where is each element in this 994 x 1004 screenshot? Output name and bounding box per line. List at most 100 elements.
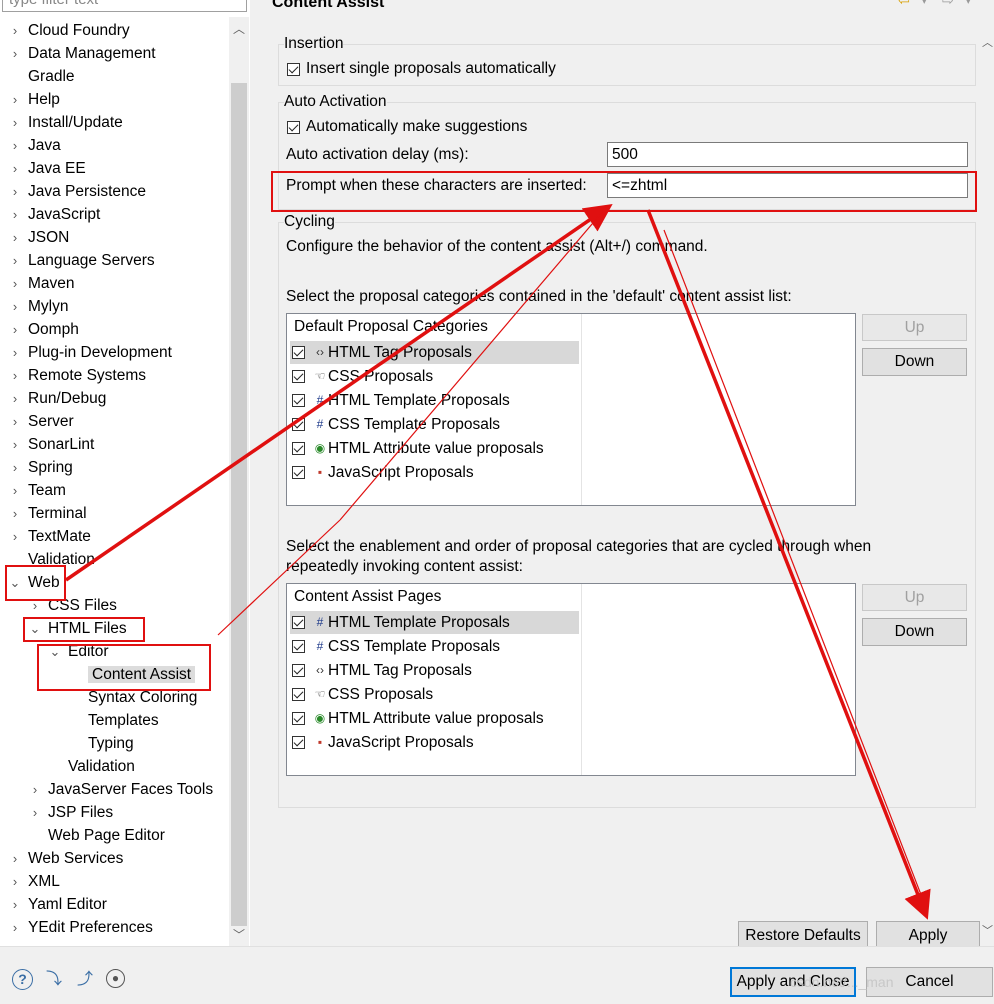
default-category-row[interactable]: ☜ CSS Proposals [290, 365, 579, 388]
enable-checkbox[interactable] [292, 394, 305, 407]
tree-item[interactable]: Gradle [8, 65, 75, 88]
tree-item[interactable]: › Spring [8, 456, 73, 479]
tree-scrollbar-thumb[interactable] [231, 83, 247, 926]
tree-item[interactable]: › Terminal [8, 502, 87, 525]
expand-chevron-icon[interactable]: › [28, 801, 42, 824]
expand-chevron-icon[interactable]: › [8, 847, 22, 870]
scroll-up-arrow-icon[interactable]: ︿ [229, 19, 249, 39]
tree-item[interactable]: › Mylyn [8, 295, 69, 318]
default-category-row[interactable]: # HTML Template Proposals [290, 389, 579, 412]
expand-chevron-icon[interactable]: › [8, 870, 22, 893]
enable-checkbox[interactable] [292, 442, 305, 455]
expand-chevron-icon[interactable]: › [8, 180, 22, 203]
tree-item[interactable]: › Server [8, 410, 74, 433]
tree-item[interactable]: › Plug-in Development [8, 341, 172, 364]
tree-item[interactable]: › Remote Systems [8, 364, 146, 387]
panel-splitter[interactable] [250, 0, 260, 946]
enable-checkbox[interactable] [292, 688, 305, 701]
expand-chevron-icon[interactable]: › [8, 111, 22, 134]
expand-chevron-icon[interactable]: › [8, 88, 22, 111]
delay-input[interactable]: 500 [607, 142, 968, 167]
expand-chevron-icon[interactable]: › [8, 364, 22, 387]
help-icon[interactable]: ? [12, 969, 33, 990]
default-category-row[interactable]: ▪ JavaScript Proposals [290, 461, 579, 484]
default-category-row[interactable]: ◉ HTML Attribute value proposals [290, 437, 579, 460]
tree-item[interactable]: › YEdit Preferences [8, 916, 153, 939]
tree-item[interactable]: › Language Servers [8, 249, 155, 272]
tree-item[interactable]: › XML [8, 870, 60, 893]
expand-chevron-icon[interactable]: › [8, 318, 22, 341]
tree-item[interactable]: › SonarLint [8, 433, 95, 456]
tree-item[interactable]: Typing [68, 732, 134, 755]
expand-chevron-icon[interactable]: › [8, 42, 22, 65]
page-scroll-down-icon[interactable]: ﹀ [982, 922, 993, 938]
tree-item[interactable]: › Team [8, 479, 66, 502]
tree-item[interactable]: › JavaScript [8, 203, 101, 226]
expand-chevron-icon[interactable]: › [8, 157, 22, 180]
tree-item[interactable]: Validation [48, 755, 135, 778]
expand-chevron-icon[interactable]: › [8, 916, 22, 939]
expand-chevron-icon[interactable]: › [28, 778, 42, 801]
tree-item[interactable]: › Web Services [8, 847, 124, 870]
expand-chevron-icon[interactable]: › [8, 134, 22, 157]
tree-item[interactable]: › Install/Update [8, 111, 123, 134]
auto-suggestions-checkbox[interactable] [287, 121, 300, 134]
tree-item[interactable]: › Data Management [8, 42, 156, 65]
scroll-down-arrow-icon[interactable]: ﹀ [229, 925, 249, 945]
expand-chevron-icon[interactable]: › [8, 502, 22, 525]
tree-item[interactable]: › Maven [8, 272, 75, 295]
tree-item[interactable]: Templates [68, 709, 159, 732]
pages-up-button[interactable]: Up [862, 584, 967, 611]
expand-chevron-icon[interactable]: › [8, 341, 22, 364]
expand-chevron-icon[interactable]: › [8, 456, 22, 479]
tree-item[interactable]: › Java Persistence [8, 180, 146, 203]
enable-checkbox[interactable] [292, 664, 305, 677]
enable-checkbox[interactable] [292, 640, 305, 653]
content-assist-page-row[interactable]: ☜ CSS Proposals [290, 683, 579, 706]
default-category-row[interactable]: # CSS Template Proposals [290, 413, 579, 436]
tree-item[interactable]: › JSON [8, 226, 70, 249]
content-assist-page-row[interactable]: ▪ JavaScript Proposals [290, 731, 579, 754]
enable-checkbox[interactable] [292, 736, 305, 749]
tree-item[interactable]: › Run/Debug [8, 387, 107, 410]
tree-item[interactable]: › Help [8, 88, 60, 111]
expand-chevron-icon[interactable]: › [8, 387, 22, 410]
enable-checkbox[interactable] [292, 418, 305, 431]
content-assist-page-row[interactable]: # CSS Template Proposals [290, 635, 579, 658]
enable-checkbox[interactable] [292, 712, 305, 725]
default-down-button[interactable]: Down [862, 348, 967, 376]
enable-checkbox[interactable] [292, 370, 305, 383]
forward-menu-icon[interactable]: ▾ [966, 0, 971, 7]
tree-item[interactable]: Web Page Editor [28, 824, 165, 847]
enable-checkbox[interactable] [292, 466, 305, 479]
expand-chevron-icon[interactable]: › [8, 525, 22, 548]
tree-item[interactable]: › TextMate [8, 525, 91, 548]
page-scroll-up-icon[interactable]: ︿ [982, 34, 993, 50]
insert-single-proposals-checkbox[interactable] [287, 63, 300, 76]
expand-chevron-icon[interactable]: › [8, 433, 22, 456]
tree-item[interactable]: › Cloud Foundry [8, 19, 130, 42]
enable-checkbox[interactable] [292, 616, 305, 629]
back-arrow-icon[interactable]: ⇦ [898, 0, 910, 9]
tree-item[interactable]: › JavaServer Faces Tools [28, 778, 213, 801]
content-assist-page-row[interactable]: ◉ HTML Attribute value proposals [290, 707, 579, 730]
expand-chevron-icon[interactable]: › [8, 19, 22, 42]
content-assist-page-row[interactable]: # HTML Template Proposals [290, 611, 579, 634]
tree-item[interactable]: › Java [8, 134, 61, 157]
tree-scrollbar[interactable]: ︿ ﹀ [229, 17, 249, 946]
expand-chevron-icon[interactable]: › [8, 295, 22, 318]
expand-chevron-icon[interactable]: › [8, 226, 22, 249]
pages-down-button[interactable]: Down [862, 618, 967, 646]
expand-chevron-icon[interactable]: › [8, 203, 22, 226]
tree-item[interactable]: › Oomph [8, 318, 79, 341]
expand-chevron-icon[interactable]: › [8, 272, 22, 295]
default-category-row[interactable]: ‹› HTML Tag Proposals [290, 341, 579, 364]
forward-arrow-icon[interactable]: ⇨ [942, 0, 954, 9]
tree-item[interactable]: › Java EE [8, 157, 86, 180]
export-icon[interactable]: ⤴ [74, 969, 96, 991]
back-menu-icon[interactable]: ▾ [922, 0, 927, 7]
content-assist-page-row[interactable]: ‹› HTML Tag Proposals [290, 659, 579, 682]
default-up-button[interactable]: Up [862, 314, 967, 341]
expand-chevron-icon[interactable]: › [8, 249, 22, 272]
expand-chevron-icon[interactable]: › [8, 479, 22, 502]
